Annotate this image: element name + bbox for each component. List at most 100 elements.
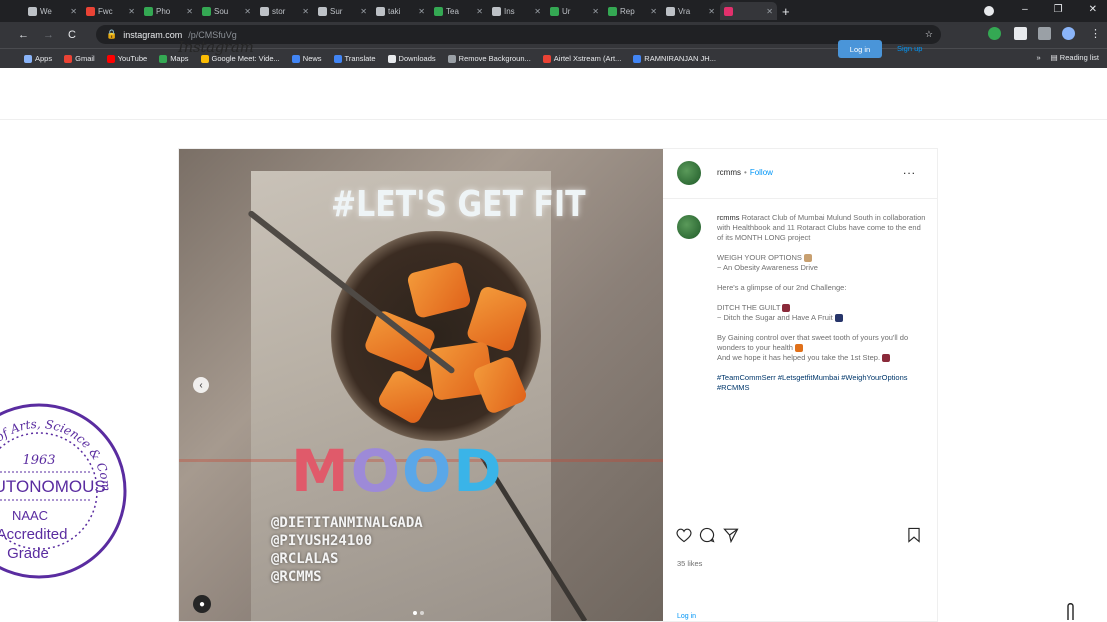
browser-tab[interactable]: Pho ✕	[140, 2, 197, 20]
browser-tab[interactable]: Rep ✕	[604, 2, 661, 20]
bookmark-item[interactable]: Translate	[333, 54, 376, 63]
caption-text: WEIGH YOUR OPTIONS	[717, 253, 802, 262]
maximize-button[interactable]: ❐	[1054, 4, 1063, 15]
bookmark-item[interactable]: Remove Backgroun...	[447, 54, 531, 63]
bookmark-favicon-icon	[447, 54, 456, 63]
tab-close-icon[interactable]: ✕	[186, 7, 193, 16]
tab-close-icon[interactable]: ✕	[128, 7, 135, 16]
browser-toolbar: ← → C 🔒 instagram.com /p/CMSfuVg ☆ ⋮	[0, 22, 1107, 48]
carousel-dots	[413, 611, 424, 615]
caption-username[interactable]: rcmms	[717, 213, 740, 222]
bookmark-favicon-icon	[64, 54, 73, 63]
bookmark-item[interactable]: RAMNIRANJAN JH...	[633, 54, 716, 63]
tab-close-icon[interactable]: ✕	[592, 7, 599, 16]
bookmark-item[interactable]: Downloads	[387, 54, 436, 63]
bookmark-label: Downloads	[398, 54, 436, 63]
bookmark-item[interactable]: Airtel Xstream (Art...	[542, 54, 621, 63]
bookmark-item[interactable]: Apps	[24, 54, 52, 63]
extension-icon[interactable]	[988, 27, 1001, 40]
tab-close-icon[interactable]: ✕	[766, 7, 773, 16]
likes-count[interactable]: 35 likes	[677, 559, 702, 568]
reading-list-button[interactable]: ▤ Reading list	[1051, 53, 1099, 62]
forward-button[interactable]: →	[43, 29, 54, 41]
share-icon[interactable]	[723, 527, 739, 543]
new-tab-button[interactable]: +	[782, 4, 790, 19]
tab-close-icon[interactable]: ✕	[650, 7, 657, 16]
browser-tab[interactable]: Ins ✕	[488, 2, 545, 20]
tab-close-icon[interactable]: ✕	[302, 7, 309, 16]
lock-icon: 🔒	[106, 29, 118, 39]
tab-close-icon[interactable]: ✕	[360, 7, 367, 16]
stamp-line2: Accredited	[0, 526, 67, 543]
tab-close-icon[interactable]: ✕	[534, 7, 541, 16]
tab-close-icon[interactable]: ✕	[476, 7, 483, 16]
tab-label: Tea	[446, 6, 459, 16]
browser-tab[interactable]: Vra ✕	[662, 2, 719, 20]
minimize-button[interactable]: –	[1022, 4, 1028, 15]
post-caption: rcmms Rotaract Club of Mumbai Mulund Sou…	[717, 213, 927, 505]
tab-label: taki	[388, 6, 401, 16]
caption-text: ~ An Obesity Awareness Drive	[717, 263, 818, 272]
stamp-line1: NAAC	[12, 508, 48, 523]
extensions-puzzle-icon[interactable]	[1014, 27, 1027, 40]
url-host: instagram.com	[123, 29, 183, 40]
browser-tab[interactable]: stor ✕	[256, 2, 313, 20]
more-options-icon[interactable]: ...	[903, 163, 916, 177]
avatar[interactable]	[677, 161, 701, 185]
bookmark-icon[interactable]	[907, 527, 921, 543]
bookmark-item[interactable]: News	[291, 54, 322, 63]
browser-menu-icon[interactable]: ⋮	[1090, 27, 1101, 40]
close-window-button[interactable]: ✕	[1089, 4, 1097, 15]
caption-avatar[interactable]	[677, 215, 701, 239]
previous-slide-button[interactable]: ‹	[193, 377, 209, 393]
caption-hashtags[interactable]: #TeamCommSerr #LetsgetfitMumbai #WeighYo…	[717, 373, 927, 393]
image-headline: #LET'S GET FIT	[331, 183, 586, 226]
bookmarks-overflow-button[interactable]: »	[1036, 53, 1040, 62]
post-image[interactable]: #LET'S GET FIT MOOD @DIETITANMINALGADA @P…	[179, 149, 663, 621]
browser-tab-bar: We ✕ Fwc ✕ Pho ✕ Sou ✕ stor ✕ Sur ✕ taki ✕ Tea ✕ Ins ✕ Ur ✕…	[0, 0, 1107, 22]
profile-avatar-icon[interactable]	[1062, 27, 1075, 40]
bookmarks-bar: Apps Gmail YouTube Maps Google Meet: Vide...…	[0, 48, 1107, 68]
bookmark-star-icon[interactable]: ☆	[925, 29, 933, 40]
footer-login-link[interactable]: Log in	[677, 613, 696, 620]
back-button[interactable]: ←	[18, 29, 29, 41]
login-button[interactable]: Log in	[838, 40, 882, 58]
image-handle: @DIETITANMINALGADA	[271, 515, 423, 531]
browser-tab[interactable]: Fwc ✕	[82, 2, 139, 20]
browser-tab[interactable]: Sou ✕	[198, 2, 255, 20]
bookmark-item[interactable]: Gmail	[64, 54, 95, 63]
browser-tab[interactable]: Ur ✕	[546, 2, 603, 20]
tab-close-icon[interactable]: ✕	[244, 7, 251, 16]
bookmark-item[interactable]: YouTube	[106, 54, 147, 63]
tab-favicon-icon	[492, 6, 501, 16]
instagram-header	[0, 68, 1107, 120]
post-username[interactable]: rcmms	[717, 168, 741, 177]
tab-close-icon[interactable]: ✕	[70, 7, 77, 16]
reload-button[interactable]: C	[68, 29, 76, 41]
caption-text: And we hope it has helped you take the 1…	[717, 353, 881, 362]
image-handle: @PIYUSH24100	[271, 533, 373, 549]
tab-label: We	[40, 6, 52, 16]
comment-icon[interactable]	[699, 527, 715, 543]
browser-tab[interactable]: taki ✕	[372, 2, 429, 20]
mood-letter: D	[453, 437, 504, 505]
image-handle: @RCMMS	[271, 569, 322, 585]
browser-tab[interactable]: Tea ✕	[430, 2, 487, 20]
browser-tab[interactable]: ✕	[720, 2, 777, 20]
mood-letter: O	[350, 437, 403, 505]
follow-button[interactable]: Follow	[750, 168, 773, 177]
heart-icon[interactable]	[675, 527, 693, 543]
instagram-logo[interactable]: Instagram	[178, 38, 254, 56]
post-username-row: rcmms • Follow	[717, 168, 773, 177]
tab-close-icon[interactable]: ✕	[418, 7, 425, 16]
browser-tab[interactable]: Sur ✕	[314, 2, 371, 20]
user-tag-icon[interactable]: ●	[193, 595, 211, 613]
signup-link[interactable]: Sign up	[897, 44, 922, 53]
emoji-icon	[794, 344, 803, 353]
mood-letter: M	[291, 437, 351, 505]
media-control-icon[interactable]	[1038, 27, 1051, 40]
bookmark-favicon-icon	[24, 54, 32, 63]
profile-indicator-icon[interactable]	[984, 6, 994, 16]
browser-tab[interactable]: We ✕	[24, 2, 81, 20]
tab-close-icon[interactable]: ✕	[708, 7, 715, 16]
